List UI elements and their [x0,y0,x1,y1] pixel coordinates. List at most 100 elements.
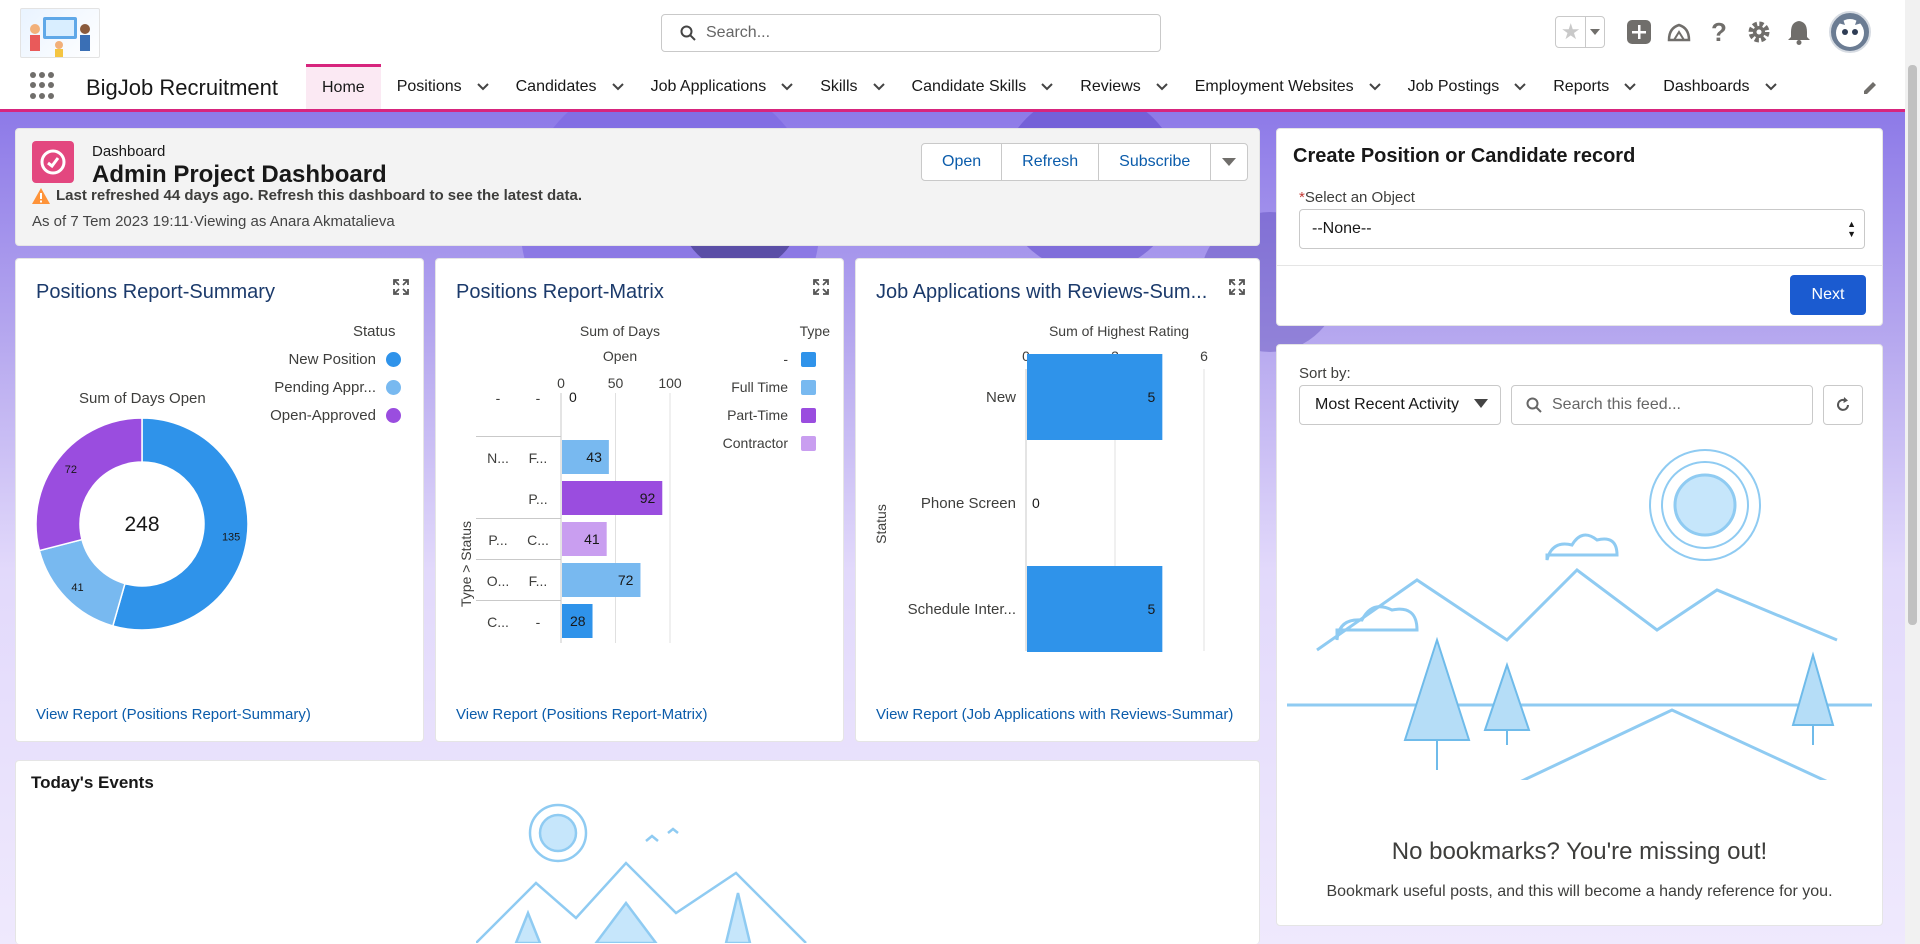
legend-title: Type [800,323,831,339]
bar-value-label: 92 [640,490,656,506]
open-button[interactable]: Open [922,144,1003,180]
sort-select[interactable]: Most Recent Activity [1299,385,1501,425]
tab-dashboards[interactable]: Dashboards [1647,64,1787,109]
notifications-button[interactable] [1779,12,1819,52]
chevron-down-icon[interactable] [1368,80,1382,94]
view-report-link[interactable]: View Report (Positions Report-Summary) [36,706,311,723]
chevron-down-icon [1590,29,1601,35]
x-axis-title: Sum of Days [580,323,660,339]
chevron-down-icon[interactable] [476,80,490,94]
global-actions-button[interactable] [1619,12,1659,52]
report-title[interactable]: Positions Report-Summary [36,281,275,304]
edit-nav-icon[interactable] [1862,80,1878,96]
legend-swatch[interactable] [801,380,816,395]
more-actions-button[interactable] [1211,144,1247,180]
category-label: Schedule Inter... [908,601,1016,618]
tab-employment-websites[interactable]: Employment Websites [1179,64,1392,109]
legend-swatch[interactable] [801,408,816,423]
legend-item[interactable]: Open-Approved [270,407,401,424]
slice-label: 41 [71,582,83,594]
sort-label: Sort by: [1299,365,1351,382]
global-search[interactable]: Search... [661,14,1161,52]
row-group-label: N... [487,450,509,466]
tab-job-applications[interactable]: Job Applications [635,64,805,109]
page-scrollbar[interactable] [1905,0,1920,944]
refresh-warning: Last refreshed 44 days ago. Refresh this… [32,187,582,204]
bar-value-label: 5 [1148,601,1156,617]
tab-label: Reports [1553,77,1610,95]
org-logo[interactable] [20,8,100,58]
dashboard-title: Admin Project Dashboard [92,161,387,188]
bar-value-label: 43 [586,449,602,465]
feed-card: Sort by: Most Recent Activity Search thi… [1276,344,1883,926]
legend-item[interactable]: Pending Appr... [274,379,401,396]
refresh-button[interactable]: Refresh [1002,144,1100,180]
refresh-feed-button[interactable] [1823,385,1863,425]
tab-label: Dashboards [1663,77,1750,95]
tab-job-postings[interactable]: Job Postings [1392,64,1538,109]
expand-icon[interactable] [393,279,409,295]
search-icon [680,25,696,41]
dashboard-actions: Open Refresh Subscribe [921,143,1249,181]
help-button[interactable]: ? [1699,12,1739,52]
row-sub-label: F... [529,573,548,589]
report-title[interactable]: Job Applications with Reviews-Sum... [876,281,1216,304]
app-name: BigJob Recruitment [86,75,278,100]
chevron-down-icon[interactable] [1513,80,1527,94]
object-select[interactable]: --None-- ▲ ▼ [1299,209,1865,249]
chevron-down-icon[interactable] [1040,80,1054,94]
user-avatar[interactable] [1829,11,1871,53]
row-sub-label: C... [527,532,549,548]
legend-swatch[interactable] [801,436,816,451]
tab-label: Reviews [1080,77,1141,95]
tab-candidates[interactable]: Candidates [500,64,635,109]
chevron-down-icon[interactable] [1764,80,1778,94]
bell-icon [1788,21,1810,45]
legend-item[interactable]: New Position [288,351,401,368]
tab-skills[interactable]: Skills [804,64,895,109]
next-button[interactable]: Next [1790,275,1866,315]
scrollbar-thumb[interactable] [1908,65,1917,625]
setup-button[interactable] [1739,12,1779,52]
chevron-down-icon [1474,399,1488,408]
favorites-dropdown-button[interactable] [1585,17,1604,47]
expand-icon[interactable] [1229,279,1245,295]
tab-label: Skills [820,77,858,95]
bar[interactable] [1027,566,1163,652]
bar-value-label: 41 [584,531,600,547]
tab-positions[interactable]: Positions [381,64,500,109]
tab-label: Candidate Skills [911,77,1027,95]
tab-home[interactable]: Home [306,64,381,109]
favorites-button[interactable]: ★ [1555,16,1605,48]
chevron-down-icon[interactable] [872,80,886,94]
bar-value-label: 5 [1148,389,1156,405]
trailhead-icon [1667,23,1691,42]
x-tick-label: 0 [557,375,565,391]
tab-reviews[interactable]: Reviews [1064,64,1178,109]
empty-state-subtitle: Bookmark useful posts, and this will bec… [1326,883,1833,900]
feed-search-input[interactable]: Search this feed... [1511,385,1813,425]
matrix-bar-chart: Sum of DaysOpen0 50 100Type > Status- -0N..… [458,323,831,643]
row-group-label: O... [487,573,510,589]
expand-icon[interactable] [813,279,829,295]
view-report-link[interactable]: View Report (Positions Report-Matrix) [456,706,707,723]
legend-label: Full Time [731,379,788,395]
tab-label: Employment Websites [1194,77,1354,95]
chevron-down-icon[interactable] [611,80,625,94]
row-group-label: C... [487,614,509,630]
trailhead-button[interactable] [1659,12,1699,52]
app-launcher-icon[interactable] [30,72,58,100]
view-report-link[interactable]: View Report (Job Applications with Revie… [876,706,1233,723]
chevron-down-icon[interactable] [780,80,794,94]
report-title[interactable]: Positions Report-Matrix [456,281,664,304]
legend-swatch[interactable] [801,352,816,367]
bar[interactable] [1027,354,1163,440]
chevron-down-icon[interactable] [1623,80,1637,94]
subscribe-button[interactable]: Subscribe [1099,144,1212,180]
create-record-card: Create Position or Candidate record *Sel… [1276,128,1883,326]
tab-candidate-skills[interactable]: Candidate Skills [896,64,1065,109]
object-field-label-text: Select an Object [1304,189,1415,206]
tab-reports[interactable]: Reports [1537,64,1647,109]
divider [1277,265,1882,266]
chevron-down-icon[interactable] [1155,80,1169,94]
